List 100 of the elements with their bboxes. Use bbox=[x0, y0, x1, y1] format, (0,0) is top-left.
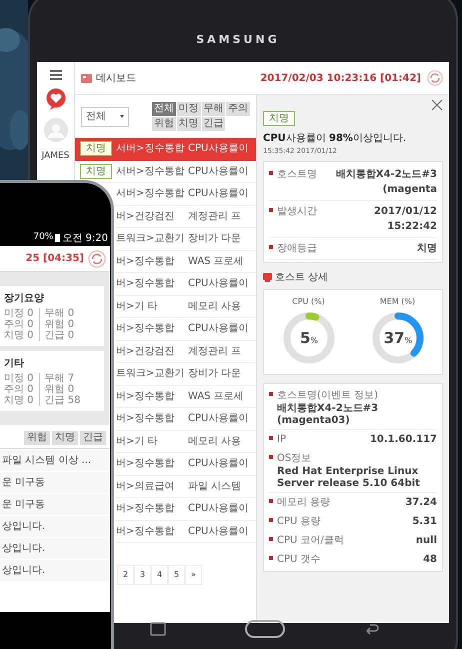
event-path: 버>건강검진 bbox=[116, 344, 176, 359]
event-message: 파일 시스템 bbox=[188, 480, 242, 494]
field-value: 37.24 bbox=[404, 496, 437, 510]
count-label: 미정 0 bbox=[4, 373, 34, 384]
filter-button[interactable]: 미정 bbox=[176, 102, 200, 116]
filter-button[interactable]: 긴급 bbox=[80, 431, 106, 445]
dashboard-icon bbox=[81, 74, 92, 82]
count-label: 치명 0 bbox=[4, 330, 34, 341]
count-label: 무해 7 bbox=[44, 373, 76, 384]
field-value: 배치통합X4-2노드#3 (magenta03) bbox=[277, 402, 380, 426]
event-path: 트워크>교환기 bbox=[116, 367, 186, 382]
event-row[interactable]: 운 미구동 bbox=[0, 472, 110, 493]
event-row[interactable]: 버>기 타 메모리 사용 bbox=[115, 296, 256, 318]
field-label: 발생시간 bbox=[277, 204, 317, 218]
field-label: CPU 용량 bbox=[277, 514, 321, 528]
level-tag: 치명 bbox=[80, 164, 112, 179]
field-label: 호스트명 bbox=[277, 168, 317, 182]
field-label: OS정보 bbox=[277, 452, 312, 466]
gauge-label: MEM (%) bbox=[380, 296, 416, 308]
event-row[interactable]: 버>징수통합 CPU사용률이 bbox=[115, 520, 256, 543]
recent-apps-icon[interactable] bbox=[150, 622, 166, 636]
datetime: 25 [04:35] bbox=[26, 252, 84, 266]
close-icon[interactable] bbox=[431, 99, 443, 111]
event-path: 버>의료급여 bbox=[116, 480, 176, 494]
page-link[interactable]: » bbox=[185, 565, 202, 585]
event-message: CPU사용률이 bbox=[188, 322, 248, 336]
field-value: 48 bbox=[422, 552, 437, 566]
card-title: 기타 bbox=[4, 357, 25, 371]
event-row[interactable]: 파일 시스템 이상 ... bbox=[0, 450, 110, 471]
refresh-icon[interactable] bbox=[88, 250, 106, 268]
event-path: 서버>징수통합 bbox=[116, 142, 186, 156]
event-path: 서버>징수통합 bbox=[116, 164, 186, 179]
event-message: CPU사용률이 bbox=[188, 142, 248, 156]
page-link[interactable]: 3 bbox=[134, 565, 151, 585]
field-value: 5.31 bbox=[411, 514, 437, 528]
clock: 오전 9:20 bbox=[62, 232, 108, 246]
event-message: 장비가 다운 bbox=[188, 367, 242, 382]
count-label: 미정 0 bbox=[4, 308, 34, 319]
event-path: 버>징수통합 bbox=[116, 254, 176, 269]
filter-select[interactable]: 전체 bbox=[81, 106, 129, 126]
event-path: 서버>징수통합 bbox=[116, 187, 186, 202]
page-title: 데시보드 bbox=[96, 72, 136, 86]
event-path: 버>기 타 bbox=[116, 434, 159, 449]
count-label: 긴급 58 bbox=[44, 395, 80, 406]
filter-button[interactable]: 위험 bbox=[24, 431, 50, 445]
page-link[interactable]: 2 bbox=[117, 565, 134, 585]
event-message: 계정관리 프 bbox=[188, 344, 242, 359]
filter-button[interactable]: 주의 bbox=[226, 102, 250, 116]
battery-level: 70% bbox=[33, 231, 54, 244]
count-label: 위험 0 bbox=[44, 319, 74, 330]
event-row[interactable]: 버>징수통합 WAS 프로세 bbox=[115, 250, 256, 273]
event-row[interactable]: 버>건강검진 계정관리 프 bbox=[115, 206, 256, 228]
heart-logo-icon bbox=[46, 88, 66, 110]
filter-button[interactable]: 긴급 bbox=[202, 117, 226, 131]
count-label: 치명 0 bbox=[4, 395, 34, 406]
page-link[interactable]: 5 bbox=[168, 565, 185, 585]
event-message: WAS 프로세 bbox=[188, 390, 244, 404]
event-path: 버>징수통합 bbox=[116, 457, 176, 472]
field-value: 10.1.60.117 bbox=[368, 432, 437, 446]
field-label: 장애등급 bbox=[277, 242, 317, 256]
event-message: WAS 프로세 bbox=[188, 254, 244, 269]
filter-button[interactable]: 치명 bbox=[176, 117, 200, 131]
field-label: CPU 갯수 bbox=[277, 552, 321, 566]
count-label: 긴급 0 bbox=[44, 330, 74, 341]
filter-button[interactable]: 위험 bbox=[152, 117, 176, 131]
event-path: 버>징수통합 bbox=[116, 390, 176, 404]
refresh-icon[interactable] bbox=[427, 70, 443, 86]
event-message: CPU사용률이 bbox=[188, 164, 248, 179]
event-message: CPU사용률이 bbox=[188, 412, 248, 426]
event-row[interactable]: 상입니다. bbox=[0, 516, 110, 537]
gauge-value: 5% bbox=[299, 328, 318, 346]
gauge-value: 37% bbox=[383, 328, 412, 346]
back-icon[interactable] bbox=[364, 622, 380, 636]
event-path: 트워크>교환기 bbox=[116, 232, 186, 246]
count-label: 위험 0 bbox=[44, 384, 76, 395]
event-row[interactable]: 버>기 타 메모리 사용 bbox=[115, 430, 256, 453]
count-label: 주의 0 bbox=[4, 384, 34, 395]
menu-icon[interactable] bbox=[50, 70, 62, 80]
event-message: 장비가 다운 bbox=[188, 232, 242, 246]
event-row[interactable]: 버>징수통합 WAS 프로세 bbox=[115, 386, 256, 408]
event-row[interactable]: 상입니다. bbox=[0, 538, 110, 559]
event-row[interactable]: 치명 서버>징수통합 CPU사용률이 bbox=[75, 160, 256, 183]
event-message: CPU사용률이 bbox=[188, 457, 248, 472]
gauge-label: CPU (%) bbox=[292, 296, 325, 308]
event-row[interactable]: 운 미구동 bbox=[0, 494, 110, 515]
event-row[interactable]: 상입니다. bbox=[0, 560, 110, 581]
field-value: 치명 bbox=[416, 242, 437, 256]
filter-button[interactable]: 무해 bbox=[202, 102, 226, 116]
filter-button[interactable]: 치명 bbox=[52, 431, 78, 445]
field-label: 메모리 용량 bbox=[277, 496, 330, 510]
home-button-icon[interactable] bbox=[245, 620, 285, 638]
battery-icon bbox=[55, 234, 60, 242]
event-row[interactable]: 치명 서버>징수통합 CPU사용률이 bbox=[75, 138, 256, 160]
event-row[interactable]: 버>의료급여 파일 시스템 bbox=[115, 476, 256, 498]
event-path: 버>징수통합 bbox=[116, 412, 176, 426]
page-link[interactable]: 4 bbox=[151, 565, 168, 585]
event-row[interactable]: 버>건강검진 계정관리 프 bbox=[115, 340, 256, 363]
filter-button[interactable]: 전체 bbox=[152, 102, 176, 116]
field-label: 호스트명(이벤트 정보) bbox=[277, 388, 379, 402]
event-message: 메모리 사용 bbox=[188, 434, 242, 449]
